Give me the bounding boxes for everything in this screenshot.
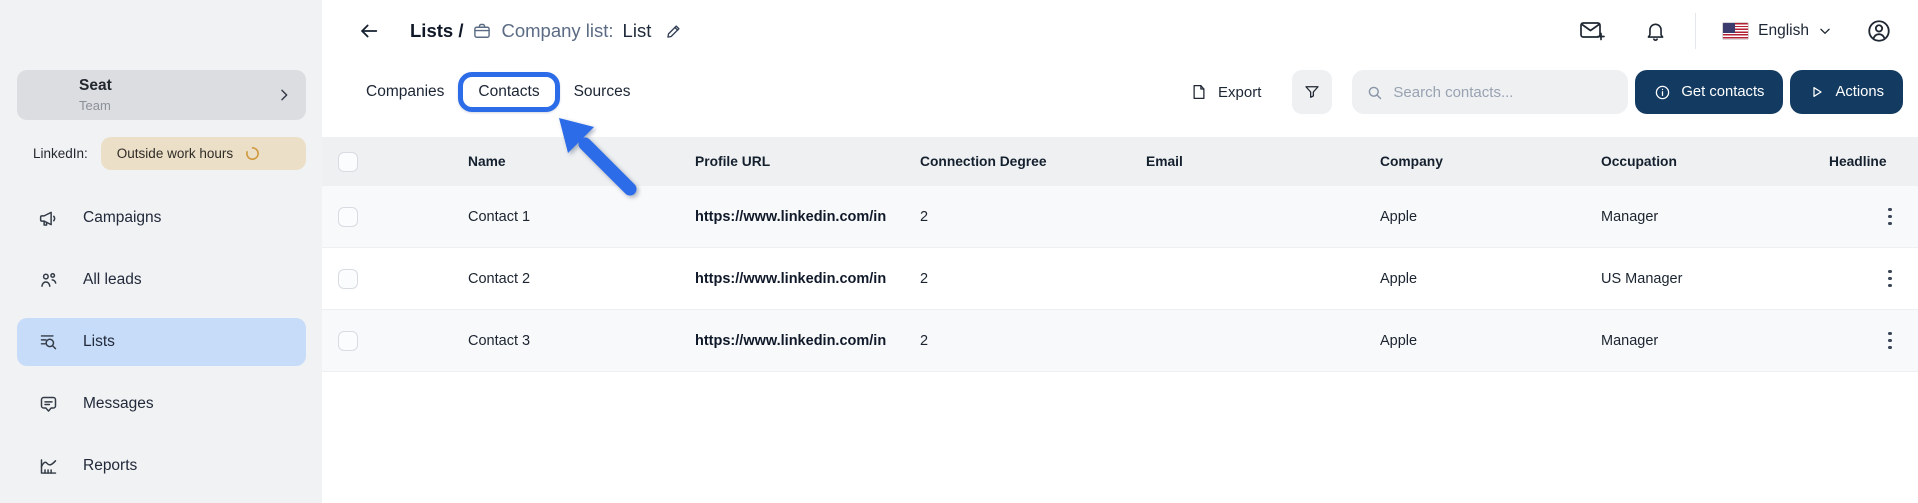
select-all-checkbox[interactable]	[338, 151, 358, 172]
cell-occupation: Manager	[1601, 332, 1659, 349]
sidebar-item-label: All leads	[83, 271, 142, 288]
sidebar: Seat Team LinkedIn: Outside work hours C…	[0, 0, 322, 503]
cell-name: Contact 3	[468, 332, 531, 349]
cell-name: Contact 1	[468, 208, 531, 225]
header-divider	[1695, 13, 1697, 49]
linkedin-label: LinkedIn:	[33, 146, 88, 161]
table-row[interactable]: Contact 2 https://www.linkedin.com/in 2 …	[322, 248, 1918, 310]
tab-contacts[interactable]: Contacts	[458, 72, 560, 112]
sidebar-item-label: Reports	[83, 457, 138, 474]
seat-title: Seat	[79, 77, 112, 95]
linkedin-status-badge[interactable]: Outside work hours	[100, 137, 306, 170]
cell-profile-url[interactable]: https://www.linkedin.com/in	[695, 271, 908, 287]
cell-occupation: US Manager	[1601, 270, 1683, 287]
tab-companies[interactable]: Companies	[355, 75, 455, 109]
column-header-name[interactable]: Name	[468, 154, 695, 169]
chevron-right-icon	[276, 87, 292, 103]
play-icon	[1809, 84, 1825, 100]
cell-connection-degree: 2	[920, 332, 929, 349]
column-header-profile-url[interactable]: Profile URL	[695, 154, 920, 169]
chevron-down-icon	[1818, 24, 1832, 38]
row-menu-kebab-icon[interactable]	[1878, 327, 1902, 355]
get-contacts-label: Get contacts	[1681, 84, 1765, 100]
cell-company: Apple	[1380, 332, 1418, 349]
row-checkbox[interactable]	[338, 206, 358, 227]
export-file-icon	[1190, 83, 1208, 101]
seat-selector[interactable]: Seat Team	[17, 70, 306, 120]
list-name: List	[622, 20, 652, 41]
list-search-icon	[38, 332, 59, 353]
column-header-email[interactable]: Email	[1146, 154, 1380, 169]
search-icon	[1366, 84, 1383, 101]
sidebar-item-label: Lists	[83, 333, 115, 350]
sidebar-nav: Campaigns All leads Lists Messages Repor…	[0, 194, 322, 490]
cell-profile-url[interactable]: https://www.linkedin.com/in	[695, 333, 908, 349]
column-header-company[interactable]: Company	[1380, 154, 1601, 169]
toolbar: Export Get contacts	[1182, 70, 1903, 114]
filter-button[interactable]	[1292, 70, 1333, 114]
actions-label: Actions	[1835, 84, 1884, 100]
table-row[interactable]: Contact 3 https://www.linkedin.com/in 2 …	[322, 310, 1918, 372]
row-menu-kebab-icon[interactable]	[1878, 203, 1902, 231]
cell-connection-degree: 2	[920, 270, 929, 287]
seat-subtitle: Team	[79, 97, 111, 113]
chart-icon	[38, 456, 59, 477]
edit-icon[interactable]	[664, 22, 683, 41]
info-icon	[1654, 84, 1671, 101]
row-checkbox[interactable]	[338, 268, 358, 289]
row-checkbox[interactable]	[338, 330, 358, 351]
search-input[interactable]	[1393, 83, 1617, 101]
column-header-occupation[interactable]: Occupation	[1601, 154, 1829, 169]
mail-plus-icon[interactable]	[1579, 19, 1606, 43]
table-header-row: Name Profile URL Connection Degree Email…	[322, 137, 1918, 186]
breadcrumb-root[interactable]: Lists /	[410, 20, 463, 42]
breadcrumb: Lists / Company list: List	[410, 20, 683, 42]
sidebar-item-lists[interactable]: Lists	[17, 318, 306, 366]
sidebar-item-label: Campaigns	[83, 209, 162, 226]
language-label: English	[1758, 22, 1809, 39]
us-flag-icon	[1722, 22, 1750, 40]
sidebar-item-reports[interactable]: Reports	[17, 442, 306, 490]
column-header-connection-degree[interactable]: Connection Degree	[920, 154, 1146, 169]
message-icon	[38, 394, 59, 415]
cell-company: Apple	[1380, 208, 1418, 225]
tab-sources[interactable]: Sources	[563, 75, 642, 109]
cell-name: Contact 2	[468, 270, 531, 287]
users-icon	[38, 270, 59, 291]
page-header: Lists / Company list: List English	[322, 0, 1918, 62]
header-actions: English	[1579, 13, 1892, 49]
tabs-toolbar-row: Companies Contacts Sources Export Search…	[355, 70, 1903, 114]
main-content: Lists / Company list: List English Compa…	[322, 0, 1918, 503]
export-label: Export	[1218, 83, 1262, 101]
row-menu-kebab-icon[interactable]	[1878, 265, 1902, 293]
export-button[interactable]: Export	[1182, 77, 1269, 107]
contacts-table: Name Profile URL Connection Degree Email…	[322, 137, 1918, 372]
cell-profile-url[interactable]: https://www.linkedin.com/in	[695, 209, 908, 225]
actions-button[interactable]: Actions	[1790, 70, 1903, 114]
list-type-label: Company list:	[501, 20, 614, 41]
sidebar-item-label: Messages	[83, 395, 154, 412]
cell-connection-degree: 2	[920, 208, 929, 225]
cell-company: Apple	[1380, 270, 1418, 287]
sidebar-item-messages[interactable]: Messages	[17, 380, 306, 428]
back-button[interactable]	[356, 18, 382, 44]
table-row[interactable]: Contact 1 https://www.linkedin.com/in 2 …	[322, 186, 1918, 248]
cell-occupation: Manager	[1601, 208, 1659, 225]
get-contacts-button[interactable]: Get contacts	[1635, 70, 1784, 114]
spinner-icon	[245, 146, 260, 161]
briefcase-icon	[472, 21, 492, 41]
linkedin-status-text: Outside work hours	[116, 146, 234, 161]
sidebar-item-campaigns[interactable]: Campaigns	[17, 194, 306, 242]
bell-icon[interactable]	[1644, 19, 1667, 43]
column-header-headline[interactable]: Headline	[1829, 154, 1918, 169]
megaphone-icon	[38, 208, 59, 229]
profile-avatar-icon[interactable]	[1866, 18, 1892, 44]
sidebar-item-all-leads[interactable]: All leads	[17, 256, 306, 304]
search-box	[1352, 70, 1629, 114]
language-selector[interactable]: English	[1722, 22, 1832, 40]
funnel-icon	[1303, 83, 1321, 101]
